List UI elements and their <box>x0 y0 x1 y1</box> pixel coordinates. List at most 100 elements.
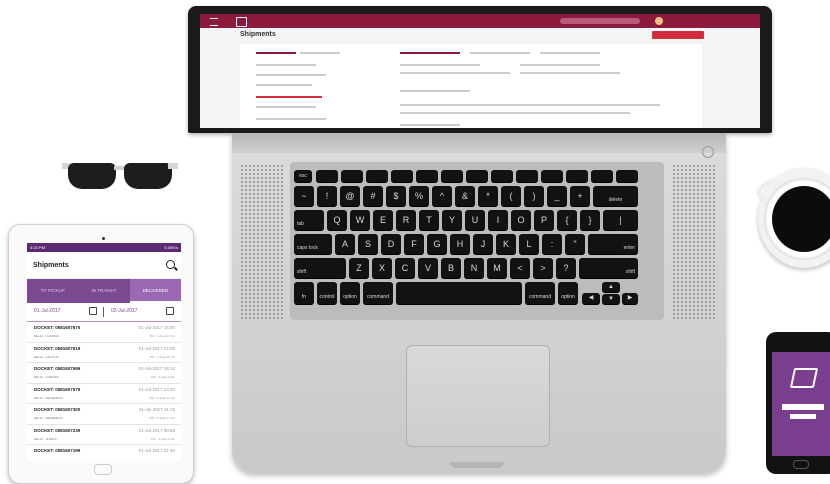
key-k[interactable]: K <box>496 234 516 254</box>
key-caps-lock[interactable]: caps lock <box>294 234 332 254</box>
list-item[interactable]: DOCKET: 0581607619 DELHI - CALICUT 01-Ju… <box>27 343 181 363</box>
key-5[interactable]: % <box>409 186 429 206</box>
key-f2[interactable] <box>341 170 363 182</box>
search-icon[interactable] <box>166 260 175 269</box>
key-i[interactable]: I <box>488 210 508 230</box>
trackpad[interactable] <box>406 345 550 447</box>
key-a[interactable]: A <box>335 234 355 254</box>
list-item[interactable]: DOCKET: 0581607579 DELHI - DEHRADUN 01-J… <box>27 384 181 404</box>
key-option-left[interactable]: option <box>340 282 360 304</box>
key-fn[interactable]: fn <box>294 282 314 304</box>
date-from-field[interactable]: 01-Jul-2017 <box>34 308 60 314</box>
key-delete[interactable]: delete <box>593 186 638 206</box>
key-command-left[interactable]: command <box>363 282 393 304</box>
key-z[interactable]: Z <box>349 258 369 278</box>
key-9[interactable]: ( <box>501 186 521 206</box>
key-quote[interactable]: " <box>565 234 585 254</box>
phone-login-button[interactable] <box>790 414 816 419</box>
key-f4[interactable] <box>391 170 413 182</box>
key-f10[interactable] <box>541 170 563 182</box>
key-command-right[interactable]: command <box>525 282 555 304</box>
key-f1[interactable] <box>316 170 338 182</box>
key-minus[interactable]: _ <box>547 186 567 206</box>
key-j[interactable]: J <box>473 234 493 254</box>
phone-login-input[interactable] <box>782 404 824 410</box>
calendar-icon[interactable] <box>166 307 174 315</box>
key-n[interactable]: N <box>464 258 484 278</box>
avatar[interactable] <box>655 17 663 25</box>
key-period[interactable]: > <box>533 258 553 278</box>
key-arrow-right-icon[interactable]: ▶ <box>622 293 638 304</box>
key-m[interactable]: M <box>487 258 507 278</box>
key-7[interactable]: & <box>455 186 475 206</box>
key-w[interactable]: W <box>350 210 370 230</box>
key-p[interactable]: P <box>534 210 554 230</box>
key-comma[interactable]: < <box>510 258 530 278</box>
list-item[interactable]: DOCKET: 0581607675 DELHI - CHENNAI 01-Ju… <box>27 322 181 343</box>
key-f9[interactable] <box>516 170 538 182</box>
key-tab[interactable]: tab <box>294 210 324 230</box>
key-1[interactable]: ! <box>317 186 337 206</box>
key-arrow-down-icon[interactable]: ▼ <box>602 294 620 304</box>
key-x[interactable]: X <box>372 258 392 278</box>
tablet-home-button[interactable] <box>94 464 112 475</box>
key-slash[interactable]: ? <box>556 258 576 278</box>
key-f8[interactable] <box>491 170 513 182</box>
key-bracket-right[interactable]: } <box>580 210 600 230</box>
key-t[interactable]: T <box>419 210 439 230</box>
date-to-field[interactable]: 02-Jul-2017 <box>111 308 137 314</box>
key-c[interactable]: C <box>395 258 415 278</box>
key-semicolon[interactable]: : <box>542 234 562 254</box>
list-item[interactable]: DOCKET: 0581607596 DELHI - CHENNAI 01-Ju… <box>27 363 181 384</box>
key-arrow-left-icon[interactable]: ◀ <box>582 293 600 304</box>
key-control[interactable]: control <box>317 282 337 304</box>
key-4[interactable]: $ <box>386 186 406 206</box>
power-button[interactable] <box>702 146 714 158</box>
tab-in-transit[interactable]: IN TRANSIT <box>78 279 129 303</box>
key-bracket-left[interactable]: { <box>557 210 577 230</box>
key-l[interactable]: L <box>519 234 539 254</box>
key-equals[interactable]: + <box>570 186 590 206</box>
key-backslash[interactable]: | <box>603 210 638 230</box>
tab-to-pickup[interactable]: TO PICKUP <box>27 279 78 303</box>
key-d[interactable]: D <box>381 234 401 254</box>
key-eject[interactable] <box>616 170 638 182</box>
key-arrow-up-icon[interactable]: ▲ <box>602 282 620 292</box>
key-2[interactable]: @ <box>340 186 360 206</box>
key-f5[interactable] <box>416 170 438 182</box>
key-8[interactable]: * <box>478 186 498 206</box>
laptop-search-input[interactable] <box>560 18 640 24</box>
phone-home-button[interactable] <box>793 460 809 469</box>
key-o[interactable]: O <box>511 210 531 230</box>
key-esc[interactable]: esc <box>294 170 312 182</box>
key-e[interactable]: E <box>373 210 393 230</box>
key-shift-right[interactable]: shift <box>579 258 638 278</box>
key-b[interactable]: B <box>441 258 461 278</box>
key-0[interactable]: ) <box>524 186 544 206</box>
tab-delivered[interactable]: DELIVERED <box>129 279 181 303</box>
key-shift-left[interactable]: shift <box>294 258 346 278</box>
key-v[interactable]: V <box>418 258 438 278</box>
key-y[interactable]: Y <box>442 210 462 230</box>
key-s[interactable]: S <box>358 234 378 254</box>
key-space[interactable] <box>396 282 522 304</box>
key-f[interactable]: F <box>404 234 424 254</box>
key-h[interactable]: H <box>450 234 470 254</box>
key-r[interactable]: R <box>396 210 416 230</box>
key-f11[interactable] <box>566 170 588 182</box>
list-item[interactable]: DOCKET: 0581607300 DELHI - DEHRADUN 01-J… <box>27 404 181 425</box>
key-tilde[interactable]: ~ <box>294 186 314 206</box>
calendar-icon[interactable] <box>89 307 97 315</box>
key-option-right[interactable]: option <box>558 282 578 304</box>
key-q[interactable]: Q <box>327 210 347 230</box>
key-f7[interactable] <box>466 170 488 182</box>
list-item[interactable]: DOCKET: 0581607239 DELHI - SHIMLA 01-Jul… <box>27 425 181 445</box>
laptop-action-button[interactable] <box>652 31 704 39</box>
key-6[interactable]: ^ <box>432 186 452 206</box>
menu-icon[interactable] <box>210 18 218 26</box>
key-u[interactable]: U <box>465 210 485 230</box>
list-item[interactable]: DOCKET: 0581607199 01-Jul-2017 21:40 <box>27 445 181 461</box>
key-g[interactable]: G <box>427 234 447 254</box>
key-f6[interactable] <box>441 170 463 182</box>
key-enter[interactable]: enter <box>588 234 638 254</box>
